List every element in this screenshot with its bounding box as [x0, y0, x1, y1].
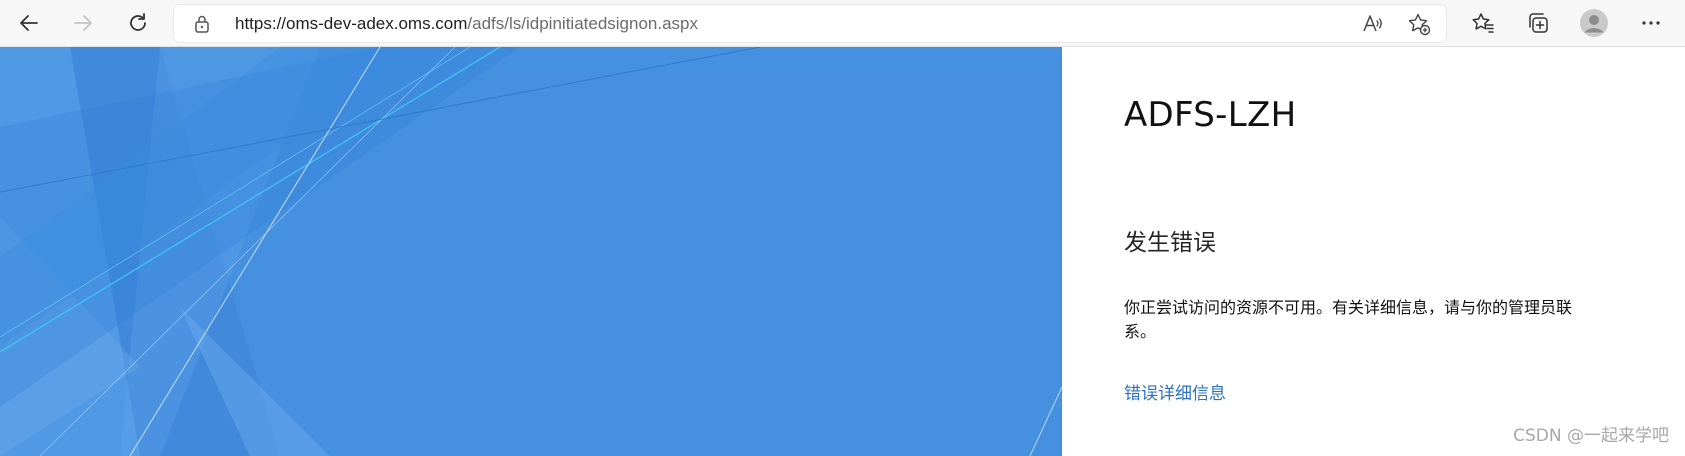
favorites-icon [1472, 13, 1494, 33]
refresh-icon [130, 13, 146, 31]
profile-button[interactable] [1577, 6, 1611, 40]
read-aloud-icon [1363, 15, 1382, 32]
add-favorite-button[interactable] [1406, 11, 1432, 37]
forward-icon [74, 15, 92, 31]
profile-icon [1580, 9, 1608, 37]
url-path: /adfs/ls/idpinitiatedsignon.aspx [467, 14, 699, 33]
error-message: 你正尝试访问的资源不可用。有关详细信息，请与你的管理员联系。 [1124, 298, 1573, 341]
url-text[interactable]: https://oms-dev-adex.oms.com/adfs/ls/idp… [235, 5, 698, 42]
error-title: 发生错误 [1124, 230, 1216, 256]
organization-name: ADFS-LZH [1124, 95, 1297, 135]
refresh-button[interactable] [121, 6, 155, 40]
url-host: https://oms-dev-adex.oms.com [235, 14, 468, 33]
address-bar[interactable]: https://oms-dev-adex.oms.com/adfs/ls/idp… [174, 5, 1446, 42]
error-details-link[interactable]: 错误详细信息 [1124, 379, 1226, 404]
forward-button[interactable] [66, 6, 100, 40]
read-aloud-button[interactable] [1360, 11, 1386, 37]
browser-toolbar: https://oms-dev-adex.oms.com/adfs/ls/idp… [0, 0, 1685, 47]
more-icon [1642, 21, 1660, 25]
collections-icon [1529, 13, 1548, 33]
back-button[interactable] [12, 6, 46, 40]
sign-in-panel: ADFS-LZH 发生错误 你正尝试访问的资源不可用。有关详细信息，请与你的管理… [1062, 47, 1685, 456]
more-button[interactable] [1634, 6, 1668, 40]
background-illustration [0, 47, 1062, 456]
collections-button[interactable] [1521, 6, 1555, 40]
favorites-button[interactable] [1466, 6, 1500, 40]
back-icon [20, 15, 38, 31]
watermark: CSDN @一起来学吧 [1513, 426, 1669, 446]
lock-icon[interactable] [194, 14, 210, 34]
add-favorite-icon [1408, 13, 1431, 36]
